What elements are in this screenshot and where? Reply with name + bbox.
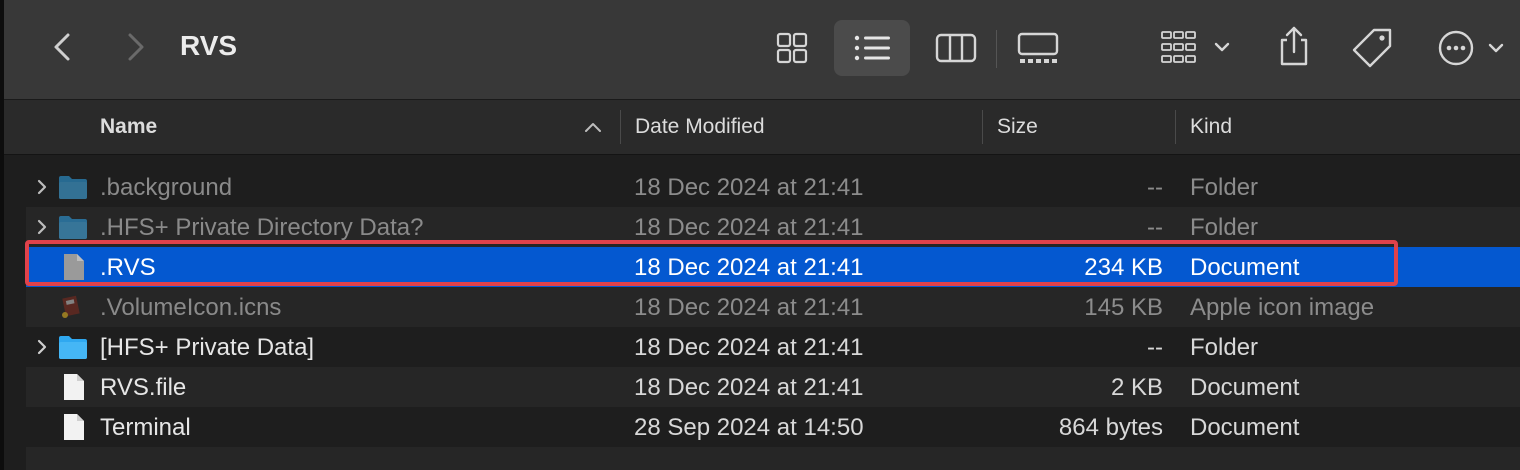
toolbar: RVS <box>4 0 1520 100</box>
file-name: .HFS+ Private Directory Data? <box>100 214 424 241</box>
column-header-date[interactable]: Date Modified <box>635 115 765 139</box>
column-divider[interactable] <box>620 110 621 144</box>
column-view-icon <box>935 33 977 63</box>
share-icon <box>1280 26 1308 66</box>
file-date: 18 Dec 2024 at 21:41 <box>634 254 864 281</box>
column-header-size[interactable]: Size <box>997 115 1038 139</box>
group-by-button[interactable] <box>1160 28 1240 68</box>
disclosure-chevron-icon[interactable] <box>34 339 50 355</box>
file-kind: Apple icon image <box>1190 294 1375 321</box>
gallery-view-button[interactable] <box>1000 20 1076 76</box>
folder-icon <box>59 176 87 199</box>
file-row[interactable]: [HFS+ Private Data] 18 Dec 2024 at 21:41… <box>26 327 1520 367</box>
column-divider[interactable] <box>982 110 983 144</box>
disclosure-chevron-icon[interactable] <box>34 179 50 195</box>
file-kind: Document <box>1190 374 1300 401</box>
file-list: .background 18 Dec 2024 at 21:41 -- Fold… <box>4 155 1520 470</box>
column-header-kind[interactable]: Kind <box>1190 115 1232 139</box>
share-button[interactable] <box>1274 24 1314 68</box>
document-icon <box>64 374 84 400</box>
window-title: RVS <box>180 30 238 61</box>
file-row[interactable]: .background 18 Dec 2024 at 21:41 -- Fold… <box>26 167 1520 207</box>
column-header-bar: Name Date Modified Size Kind <box>4 100 1520 155</box>
folder-icon <box>59 216 87 239</box>
disclosure-chevron-icon[interactable] <box>34 219 50 235</box>
tag-button[interactable] <box>1350 26 1396 70</box>
file-kind: Folder <box>1190 334 1259 361</box>
file-name: [HFS+ Private Data] <box>100 334 315 361</box>
column-header-name[interactable]: Name <box>100 115 157 139</box>
toolbar-divider <box>996 30 997 68</box>
file-date: 18 Dec 2024 at 21:41 <box>634 294 864 321</box>
file-row[interactable]: Terminal 28 Sep 2024 at 14:50 864 bytes … <box>26 407 1520 447</box>
file-kind: Folder <box>1190 174 1259 201</box>
file-row[interactable]: .HFS+ Private Directory Data? 18 Dec 202… <box>26 207 1520 247</box>
document-icon <box>64 254 84 280</box>
file-name: Terminal <box>100 414 191 441</box>
file-row[interactable]: .VolumeIcon.icns 18 Dec 2024 at 21:41 14… <box>26 287 1520 327</box>
file-row-selected[interactable]: .RVS 18 Dec 2024 at 21:41 234 KB Documen… <box>26 247 1520 287</box>
file-kind: Document <box>1190 254 1300 281</box>
file-size: 864 bytes <box>1058 414 1163 441</box>
empty-row <box>26 447 1520 470</box>
document-icon <box>64 414 84 440</box>
icon-view-button[interactable] <box>754 20 830 76</box>
file-size: -- <box>1147 214 1163 241</box>
file-name: .VolumeIcon.icns <box>100 294 282 321</box>
file-date: 18 Dec 2024 at 21:41 <box>634 174 864 201</box>
file-kind: Document <box>1190 414 1300 441</box>
file-date: 18 Dec 2024 at 21:41 <box>634 374 864 401</box>
file-date: 18 Dec 2024 at 21:41 <box>634 334 864 361</box>
list-view-button[interactable] <box>834 20 910 76</box>
file-name: .RVS <box>100 254 156 281</box>
file-size: 234 KB <box>1084 254 1163 281</box>
chevron-right-icon[interactable] <box>114 27 154 67</box>
icns-image-icon <box>62 295 80 318</box>
file-size: 2 KB <box>1110 374 1163 401</box>
file-kind: Folder <box>1190 214 1259 241</box>
file-name: RVS.file <box>100 374 187 401</box>
tag-icon <box>1352 28 1392 68</box>
file-size: -- <box>1147 334 1163 361</box>
group-by-icon <box>1161 31 1230 63</box>
icon-view-icon <box>776 32 808 64</box>
file-size: -- <box>1147 174 1163 201</box>
folder-icon <box>59 336 87 359</box>
file-row[interactable]: RVS.file 18 Dec 2024 at 21:41 2 KB Docum… <box>26 367 1520 407</box>
list-view-icon <box>854 35 890 61</box>
chevron-left-icon[interactable] <box>44 27 84 67</box>
gallery-view-icon <box>1017 32 1059 63</box>
column-view-button[interactable] <box>918 20 994 76</box>
column-divider[interactable] <box>1175 110 1176 144</box>
more-actions-icon <box>1438 30 1504 66</box>
file-name: .background <box>100 174 233 201</box>
file-date: 18 Dec 2024 at 21:41 <box>634 214 864 241</box>
more-actions-button[interactable] <box>1434 26 1510 70</box>
file-date: 28 Sep 2024 at 14:50 <box>634 414 864 441</box>
chevron-up-icon[interactable] <box>584 120 602 134</box>
file-size: 145 KB <box>1084 294 1163 321</box>
